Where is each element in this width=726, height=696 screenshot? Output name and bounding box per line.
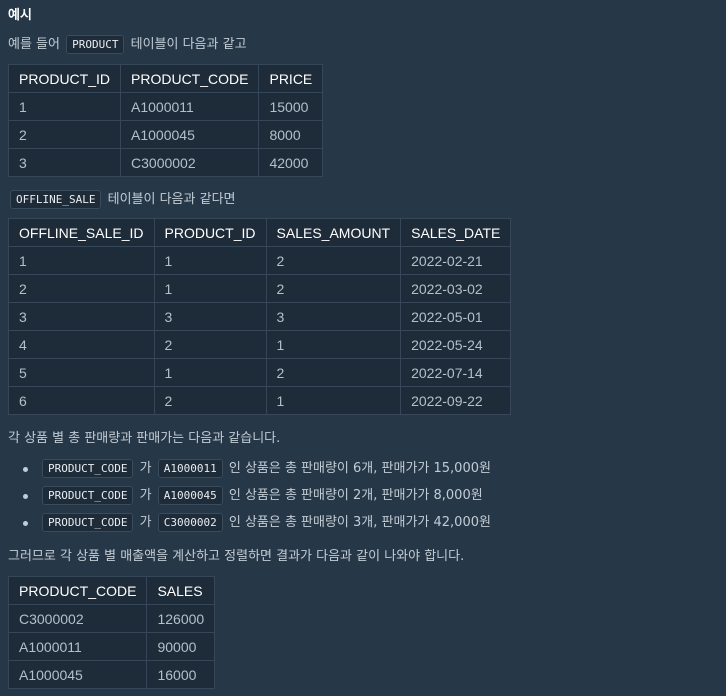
- table-cell: 1: [8, 246, 155, 275]
- table-cell: 2: [8, 274, 155, 303]
- product-table-code: PRODUCT: [66, 35, 125, 54]
- table-cell: 42000: [258, 148, 324, 177]
- table-cell: 6: [8, 386, 155, 415]
- list-item-text: 인 상품은 총 판매량이 6개, 판매가가 15,000원: [228, 461, 491, 476]
- offline-sale-table-code: OFFLINE_SALE: [10, 190, 102, 209]
- table-row: 5 1 2 2022-07-14: [8, 358, 512, 387]
- table-cell: 2022-09-22: [400, 386, 512, 415]
- table-cell: 1: [153, 274, 267, 303]
- column-header: OFFLINE_SALE_ID: [8, 218, 155, 247]
- table-row: 1 A1000011 15000: [7, 92, 324, 121]
- column-header: SALES_DATE: [400, 218, 512, 247]
- table-cell: 2022-05-01: [400, 302, 512, 331]
- table-cell: 2022-03-02: [400, 274, 512, 303]
- list-item: PRODUCT_CODE 가 A1000045 인 상품은 총 판매량이 2개,…: [8, 482, 491, 509]
- column-header: PRODUCT_CODE: [7, 576, 148, 605]
- table-cell: A1000045: [120, 120, 260, 149]
- table-cell: 126000: [146, 604, 216, 633]
- table-cell: 1: [153, 246, 267, 275]
- table-cell: 2022-02-21: [400, 246, 512, 275]
- table-cell: 15000: [258, 92, 324, 121]
- intro-prefix: 예를 들어: [8, 37, 60, 52]
- table-cell: 2: [7, 120, 122, 149]
- summary-list: PRODUCT_CODE 가 A1000011 인 상품은 총 판매량이 6개,…: [8, 455, 491, 536]
- table-row: 2 A1000045 8000: [7, 120, 324, 149]
- column-header: PRODUCT_ID: [153, 218, 267, 247]
- table-cell: 2: [153, 386, 267, 415]
- table-cell: 2: [265, 246, 402, 275]
- table-cell: 2022-05-24: [400, 330, 512, 359]
- table-cell: 8000: [258, 120, 324, 149]
- product-code-value: A1000011: [157, 459, 223, 478]
- offline-intro: OFFLINE_SALE 테이블이 다음과 같다면: [8, 188, 236, 209]
- table-cell: 16000: [146, 660, 216, 689]
- table-header-row: PRODUCT_ID PRODUCT_CODE PRICE: [7, 64, 324, 93]
- table-row: C3000002 126000: [7, 604, 216, 633]
- table-cell: 3: [8, 302, 155, 331]
- offline-sale-table: OFFLINE_SALE_ID PRODUCT_ID SALES_AMOUNT SAL…: [8, 218, 512, 415]
- product-code-value: C3000002: [157, 513, 223, 532]
- table-cell: A1000011: [120, 92, 260, 121]
- table-cell: 1: [7, 92, 122, 121]
- table-row: 1 1 2 2022-02-21: [8, 246, 512, 275]
- table-cell: A1000045: [7, 660, 148, 689]
- table-cell: 90000: [146, 632, 216, 661]
- table-cell: 1: [153, 358, 267, 387]
- product-intro: 예를 들어 PRODUCT 테이블이 다음과 같고: [8, 33, 247, 54]
- product-code-label: PRODUCT_CODE: [42, 486, 134, 505]
- table-cell: C3000002: [7, 604, 148, 633]
- column-header: SALES: [146, 576, 216, 605]
- summary-intro: 각 상품 별 총 판매량과 판매가는 다음과 같습니다.: [8, 431, 281, 446]
- table-cell: 3: [7, 148, 122, 177]
- list-item-connector: 가: [139, 488, 152, 503]
- table-cell: 2: [153, 330, 267, 359]
- table-cell: 4: [8, 330, 155, 359]
- table-cell: 5: [8, 358, 155, 387]
- table-cell: 2: [265, 274, 402, 303]
- list-item-text: 인 상품은 총 판매량이 3개, 판매가가 42,000원: [228, 515, 491, 530]
- example-heading: 예시: [8, 8, 32, 23]
- list-item-connector: 가: [139, 515, 152, 530]
- table-row: 3 C3000002 42000: [7, 148, 324, 177]
- list-item: PRODUCT_CODE 가 C3000002 인 상품은 총 판매량이 3개,…: [8, 509, 491, 536]
- table-cell: 3: [153, 302, 267, 331]
- result-table: PRODUCT_CODE SALES C3000002 126000 A1000011 9…: [7, 576, 216, 689]
- column-header: PRODUCT_CODE: [120, 64, 260, 93]
- table-row: 3 3 3 2022-05-01: [8, 302, 512, 331]
- result-intro: 그러므로 각 상품 별 매출액을 계산하고 정렬하면 결과가 다음과 같이 나와…: [8, 549, 465, 564]
- table-cell: A1000011: [7, 632, 148, 661]
- table-row: A1000011 90000: [7, 632, 216, 661]
- list-item-text: 인 상품은 총 판매량이 2개, 판매가가 8,000원: [228, 488, 483, 503]
- product-table: PRODUCT_ID PRODUCT_CODE PRICE 1 A1000011 1500…: [7, 64, 324, 177]
- column-header: PRODUCT_ID: [7, 64, 122, 93]
- table-cell: 3: [265, 302, 402, 331]
- table-cell: C3000002: [120, 148, 260, 177]
- column-header: SALES_AMOUNT: [265, 218, 402, 247]
- table-cell: 1: [265, 330, 402, 359]
- intro-suffix: 테이블이 다음과 같고: [130, 37, 247, 52]
- column-header: PRICE: [258, 64, 324, 93]
- table-cell: 2: [265, 358, 402, 387]
- list-item-connector: 가: [139, 461, 152, 476]
- table-row: 4 2 1 2022-05-24: [8, 330, 512, 359]
- table-row: 2 1 2 2022-03-02: [8, 274, 512, 303]
- table-header-row: PRODUCT_CODE SALES: [7, 576, 216, 605]
- table-header-row: OFFLINE_SALE_ID PRODUCT_ID SALES_AMOUNT SAL…: [8, 218, 512, 247]
- table-row: A1000045 16000: [7, 660, 216, 689]
- list-item: PRODUCT_CODE 가 A1000011 인 상품은 총 판매량이 6개,…: [8, 455, 491, 482]
- product-code-label: PRODUCT_CODE: [42, 459, 134, 478]
- table-cell: 1: [265, 386, 402, 415]
- table-cell: 2022-07-14: [400, 358, 512, 387]
- product-code-label: PRODUCT_CODE: [42, 513, 134, 532]
- table-row: 6 2 1 2022-09-22: [8, 386, 512, 415]
- offline-intro-suffix: 테이블이 다음과 같다면: [107, 192, 236, 207]
- product-code-value: A1000045: [157, 486, 223, 505]
